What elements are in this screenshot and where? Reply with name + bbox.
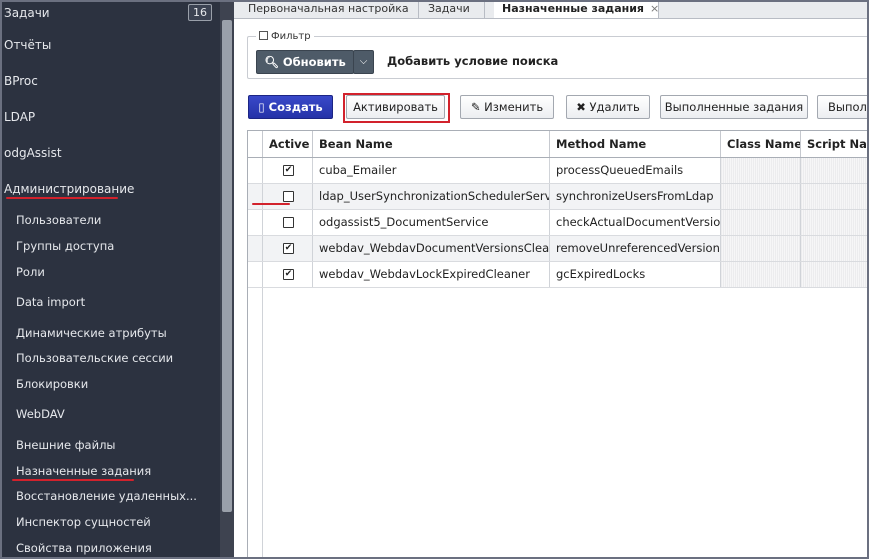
sidebar-item-dynamic-attributes[interactable]: Динамические атрибуты — [16, 326, 167, 340]
sidebar-item-app-properties[interactable]: Свойства приложения — [16, 541, 152, 555]
column-divider — [262, 288, 263, 557]
refresh-dropdown-button[interactable]: ⌵ — [353, 50, 374, 74]
create-button[interactable]: ▯ Создать — [248, 95, 333, 119]
method-name-cell: removeUnreferencedVersions — [549, 236, 720, 261]
sidebar-item-ldap[interactable]: LDAP — [4, 110, 35, 124]
sidebar-item-administration[interactable]: Администрирование — [4, 182, 134, 196]
annotation-underline — [252, 203, 290, 205]
sidebar-item-bproc[interactable]: BProc — [4, 74, 38, 88]
active-checkbox[interactable]: ✔ — [283, 269, 294, 280]
sidebar-item-webdav[interactable]: WebDAV — [16, 407, 65, 421]
sidebar-item-reports[interactable]: Отчёты — [4, 38, 51, 52]
add-search-condition-link[interactable]: Добавить условие поиска — [387, 54, 558, 68]
document-icon: ▯ — [258, 100, 265, 114]
sidebar-item-tasks[interactable]: Задачи — [4, 6, 50, 20]
refresh-button[interactable]: 🔍︎ Обновить — [256, 50, 354, 74]
edit-label: Изменить — [484, 100, 544, 114]
activate-button[interactable]: Активировать — [346, 95, 445, 119]
script-name-cell — [800, 184, 867, 209]
column-header-active[interactable]: Active — [262, 131, 312, 157]
sidebar: Задачи 16 Отчёты BProc LDAP odgAssist Ад… — [2, 2, 220, 557]
active-cell: ✔ — [262, 262, 312, 287]
class-name-cell — [720, 262, 800, 287]
row-selector — [248, 236, 262, 261]
filter-legend-label: Фильтр — [271, 31, 311, 42]
script-name-cell — [800, 262, 867, 287]
method-name-cell: gcExpiredLocks — [549, 262, 720, 287]
class-name-cell — [720, 158, 800, 183]
app-window: Задачи 16 Отчёты BProc LDAP odgAssist Ад… — [0, 0, 869, 559]
table-row[interactable]: ldap_UserSynchronizationSchedulerService… — [248, 184, 867, 210]
sidebar-item-data-import[interactable]: Data import — [16, 295, 85, 309]
more-button[interactable]: Выпол — [817, 95, 867, 119]
bean-name-cell: cuba_Emailer — [312, 158, 549, 183]
table-row[interactable]: odgassist5_DocumentService checkActualDo… — [248, 210, 867, 236]
table-row[interactable]: ✔ webdav_WebdavLockExpiredCleaner gcExpi… — [248, 262, 867, 288]
chevron-down-icon: ⌵ — [359, 56, 368, 67]
row-selector-header — [248, 131, 262, 157]
column-header-bean-name[interactable]: Bean Name — [312, 131, 549, 157]
class-name-cell — [720, 210, 800, 235]
active-checkbox[interactable] — [283, 217, 294, 228]
bean-name-cell: webdav_WebdavLockExpiredCleaner — [312, 262, 549, 287]
close-icon: ✖ — [576, 100, 586, 114]
sidebar-scrollbar-thumb[interactable] — [222, 20, 232, 512]
sidebar-item-locks[interactable]: Блокировки — [16, 377, 88, 391]
table-empty-area — [248, 288, 867, 557]
refresh-label: Обновить — [282, 55, 346, 69]
column-header-script-name[interactable]: Script Name — [800, 131, 867, 157]
active-cell: ✔ — [262, 236, 312, 261]
sidebar-item-label: Задачи — [4, 6, 50, 20]
sidebar-item-scheduled-tasks[interactable]: Назначенные задания — [16, 464, 151, 478]
table-row[interactable]: ✔ webdav_WebdavDocumentVersionsCleaner r… — [248, 236, 867, 262]
annotation-underline — [6, 197, 118, 199]
active-cell — [262, 210, 312, 235]
completed-tasks-button[interactable]: Выполненные задания — [660, 95, 808, 119]
annotation-underline — [12, 479, 134, 481]
pencil-icon: ✎ — [470, 100, 481, 114]
sidebar-item-entity-inspector[interactable]: Инспектор сущностей — [16, 515, 151, 529]
class-name-cell — [720, 184, 800, 209]
sidebar-item-roles[interactable]: Роли — [16, 265, 45, 279]
row-selector — [248, 158, 262, 183]
script-name-cell — [800, 236, 867, 261]
bean-name-cell: webdav_WebdavDocumentVersionsCleaner — [312, 236, 549, 261]
delete-button[interactable]: ✖ Удалить — [566, 95, 650, 119]
class-name-cell — [720, 236, 800, 261]
method-name-cell: checkActualDocumentVersions — [549, 210, 720, 235]
active-checkbox[interactable] — [283, 191, 294, 202]
active-checkbox[interactable]: ✔ — [283, 165, 294, 176]
create-label: Создать — [268, 100, 323, 114]
bean-name-cell: odgassist5_DocumentService — [312, 210, 549, 235]
sidebar-item-user-sessions[interactable]: Пользовательские сессии — [16, 351, 173, 365]
script-name-cell — [800, 210, 867, 235]
tasks-count-badge: 16 — [188, 4, 212, 21]
sidebar-item-odgassist[interactable]: odgAssist — [4, 146, 62, 160]
row-selector — [248, 184, 262, 209]
active-cell — [262, 184, 312, 209]
content-area: Фильтр 🔍︎ Обновить ⌵ Добавить условие по… — [234, 2, 867, 557]
method-name-cell: synchronizeUsersFromLdap — [549, 184, 720, 209]
method-name-cell: processQueuedEmails — [549, 158, 720, 183]
sidebar-item-users[interactable]: Пользователи — [16, 213, 101, 227]
script-name-cell — [800, 158, 867, 183]
filter-legend[interactable]: Фильтр — [256, 30, 314, 42]
active-checkbox[interactable]: ✔ — [283, 243, 294, 254]
search-icon: 🔍︎ — [264, 55, 279, 69]
sidebar-item-restore-deleted[interactable]: Восстановление удаленных... — [16, 489, 197, 503]
column-header-method-name[interactable]: Method Name — [549, 131, 720, 157]
table-row[interactable]: ✔ cuba_Emailer processQueuedEmails — [248, 158, 867, 184]
scheduled-tasks-table: Active Bean Name Method Name Class Name … — [247, 130, 867, 557]
row-selector — [248, 262, 262, 287]
collapse-icon[interactable] — [259, 30, 268, 40]
table-header: Active Bean Name Method Name Class Name … — [248, 131, 867, 158]
sidebar-item-access-groups[interactable]: Группы доступа — [16, 239, 114, 253]
column-header-class-name[interactable]: Class Name — [720, 131, 800, 157]
bean-name-cell: ldap_UserSynchronizationSchedulerService — [312, 184, 549, 209]
delete-label: Удалить — [589, 100, 640, 114]
row-selector — [248, 210, 262, 235]
edit-button[interactable]: ✎ Изменить — [460, 95, 554, 119]
sidebar-item-external-files[interactable]: Внешние файлы — [16, 438, 116, 452]
active-cell: ✔ — [262, 158, 312, 183]
